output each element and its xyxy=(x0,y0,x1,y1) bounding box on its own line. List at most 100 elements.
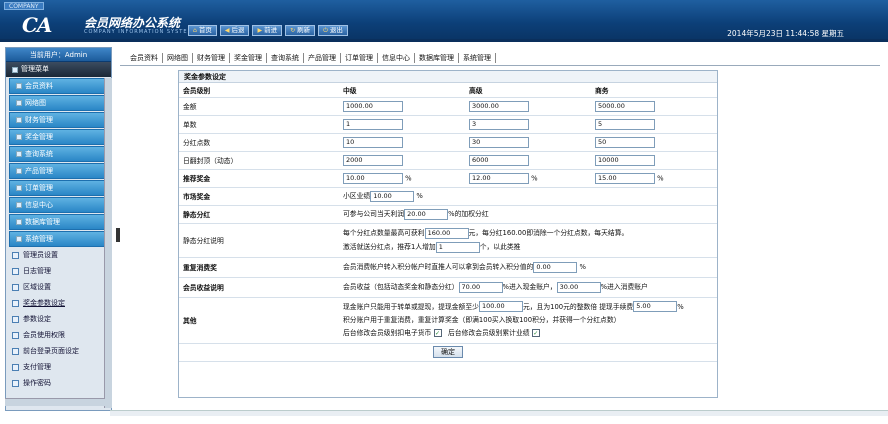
sidebar-scrollbar[interactable] xyxy=(104,78,112,408)
footer-bar xyxy=(110,410,888,416)
nav-query[interactable]: 查询系统 xyxy=(267,52,304,63)
static-post: %的加权分红 xyxy=(448,210,489,219)
consume-ratio-input[interactable]: 30.00 xyxy=(556,281,601,293)
system-subtitle: COMPANY INFORMATION SYSTEM xyxy=(84,29,193,35)
nav-members[interactable]: 会员资料 xyxy=(126,52,163,63)
row-label: 会员收益说明 xyxy=(179,277,339,298)
subitem-password[interactable]: 操作密码 xyxy=(12,376,105,391)
units-business-input[interactable]: 5 xyxy=(595,118,655,130)
folder-icon xyxy=(16,236,22,242)
static-text: 可参与公司当天利润 xyxy=(343,210,405,219)
page-icon xyxy=(12,300,19,307)
forward-button[interactable]: ▶ 前进 xyxy=(252,25,283,36)
home-button[interactable]: ⌂ 首页 xyxy=(188,25,217,36)
sidebar-item-label: 数据库管理 xyxy=(25,218,60,226)
nav-products[interactable]: 产品管理 xyxy=(304,52,341,63)
withdraw-min-input[interactable]: 100.00 xyxy=(478,301,523,312)
logout-button[interactable]: ⏻ 退出 xyxy=(318,25,348,36)
recommend-mid-input[interactable]: 10.00 xyxy=(343,172,403,184)
subitem-payment[interactable]: 支付管理 xyxy=(12,360,105,375)
subitem-region[interactable]: 区域设置 xyxy=(12,280,105,295)
recommend-high-input[interactable]: 12.00 xyxy=(469,172,529,184)
sidebar-item-label: 信息中心 xyxy=(25,201,53,209)
nav-messages[interactable]: 信息中心 xyxy=(378,52,415,63)
nav-finance[interactable]: 财务管理 xyxy=(193,52,230,63)
sidebar-item-system[interactable]: 系统管理 xyxy=(9,231,108,247)
sidebar-item-database[interactable]: 数据库管理 xyxy=(9,214,108,230)
bonus-points-input[interactable]: 1 xyxy=(435,241,480,253)
units-high-input[interactable]: 3 xyxy=(469,118,529,130)
refresh-button[interactable]: ↻ 刷新 xyxy=(285,25,316,36)
col-high: 高级 xyxy=(465,83,591,98)
note-text: 每个分红点数量最高可获利 xyxy=(343,229,425,237)
col-business: 商务 xyxy=(591,83,717,98)
points-high-input[interactable]: 30 xyxy=(469,136,529,148)
table-row: 市场奖金 小区业绩 10.00 % xyxy=(179,187,717,206)
row-label: 静态分红说明 xyxy=(179,223,339,258)
table-row: 会员收益说明 会员收益（包括动态奖金和静态分红） 70.00 %进入现金账户， 30.… xyxy=(179,277,717,298)
cap-mid-input[interactable]: 2000 xyxy=(343,154,403,166)
market-input[interactable]: 10.00 xyxy=(370,190,415,202)
income-post: %进入消费账户 xyxy=(600,283,648,292)
income-text: 会员收益（包括动态奖金和静态分红） xyxy=(343,283,459,292)
confirm-button[interactable]: 确定 xyxy=(433,346,463,358)
subitem-admin[interactable]: 管理员设置 xyxy=(12,248,105,263)
repeat-input[interactable]: 0.00 xyxy=(533,261,578,273)
row-label: 其他 xyxy=(179,297,339,344)
amount-mid-input[interactable]: 1000.00 xyxy=(343,100,403,112)
points-mid-input[interactable]: 10 xyxy=(343,136,403,148)
subitem-label: 奖金参数设定 xyxy=(23,299,65,307)
sidebar-item-query[interactable]: 查询系统 xyxy=(9,146,108,162)
deduct-checkbox[interactable]: ✓ xyxy=(433,328,442,337)
other-text: 现金账户只能用于转单或提现，提现金额至少 xyxy=(343,302,479,311)
static-input[interactable]: 20.00 xyxy=(404,208,449,220)
sidebar-hscrollbar[interactable] xyxy=(5,398,105,406)
row-label: 分红点数 xyxy=(179,133,339,152)
collapse-handle[interactable] xyxy=(116,228,120,242)
subitem-label: 管理员设置 xyxy=(23,251,58,259)
sidebar-item-bonus[interactable]: 奖金管理 xyxy=(9,129,108,145)
subitem-login-page[interactable]: 前台登录页面设定 xyxy=(12,344,105,359)
withdraw-fee-input[interactable]: 5.00 xyxy=(633,301,678,312)
table-row: 金额 1000.00 3000.00 5000.00 xyxy=(179,97,717,116)
subitem-log[interactable]: 日志管理 xyxy=(12,264,105,279)
subitem-params[interactable]: 参数设定 xyxy=(12,312,105,327)
home-icon: ⌂ xyxy=(193,27,197,34)
cap-high-input[interactable]: 6000 xyxy=(469,154,529,166)
unit-label: % xyxy=(657,174,664,182)
page-icon xyxy=(12,252,19,259)
subitem-label: 区域设置 xyxy=(23,283,51,291)
cash-ratio-input[interactable]: 70.00 xyxy=(458,281,503,293)
sidebar-item-products[interactable]: 产品管理 xyxy=(9,163,108,179)
sidebar-item-members[interactable]: 会员资料 xyxy=(9,78,108,94)
points-business-input[interactable]: 50 xyxy=(595,136,655,148)
amount-high-input[interactable]: 3000.00 xyxy=(469,100,529,112)
profit-cap-input[interactable]: 160.00 xyxy=(424,227,469,239)
table-row: 确定 xyxy=(179,343,717,362)
sidebar-item-label: 产品管理 xyxy=(25,167,53,175)
table-row: 静态分红 可参与公司当天利润 20.00 %的加权分红 xyxy=(179,205,717,224)
logout-label: 退出 xyxy=(329,26,343,34)
amount-business-input[interactable]: 5000.00 xyxy=(595,100,655,112)
subitem-bonus-params[interactable]: 奖金参数设定 xyxy=(12,296,105,311)
nav-system[interactable]: 系统管理 xyxy=(459,52,496,63)
sidebar-item-finance[interactable]: 财务管理 xyxy=(9,112,108,128)
subitem-permissions[interactable]: 会员使用权限 xyxy=(12,328,105,343)
menu-header: 管理菜单 xyxy=(6,62,111,77)
table-row: 重复消费奖 会员消费帐户转入积分帐户时直推人可以拿到会员转入积分值的 0.00 % xyxy=(179,257,717,278)
back-button[interactable]: ◀ 后退 xyxy=(219,25,250,36)
nav-database[interactable]: 数据库管理 xyxy=(415,52,459,63)
nav-network[interactable]: 网络图 xyxy=(163,52,193,63)
back-label: 后退 xyxy=(231,26,245,34)
sidebar-item-network[interactable]: 网络图 xyxy=(9,95,108,111)
cap-business-input[interactable]: 10000 xyxy=(595,154,655,166)
page-title: 奖金参数设定 xyxy=(179,71,717,83)
nav-bonus[interactable]: 奖金管理 xyxy=(230,52,267,63)
sidebar-item-messages[interactable]: 信息中心 xyxy=(9,197,108,213)
table-row: 分红点数 10 30 50 xyxy=(179,133,717,152)
units-mid-input[interactable]: 1 xyxy=(343,118,403,130)
sidebar-item-orders[interactable]: 订单管理 xyxy=(9,180,108,196)
accumulate-checkbox[interactable]: ✓ xyxy=(531,328,540,337)
nav-orders[interactable]: 订单管理 xyxy=(341,52,378,63)
recommend-business-input[interactable]: 15.00 xyxy=(595,172,655,184)
